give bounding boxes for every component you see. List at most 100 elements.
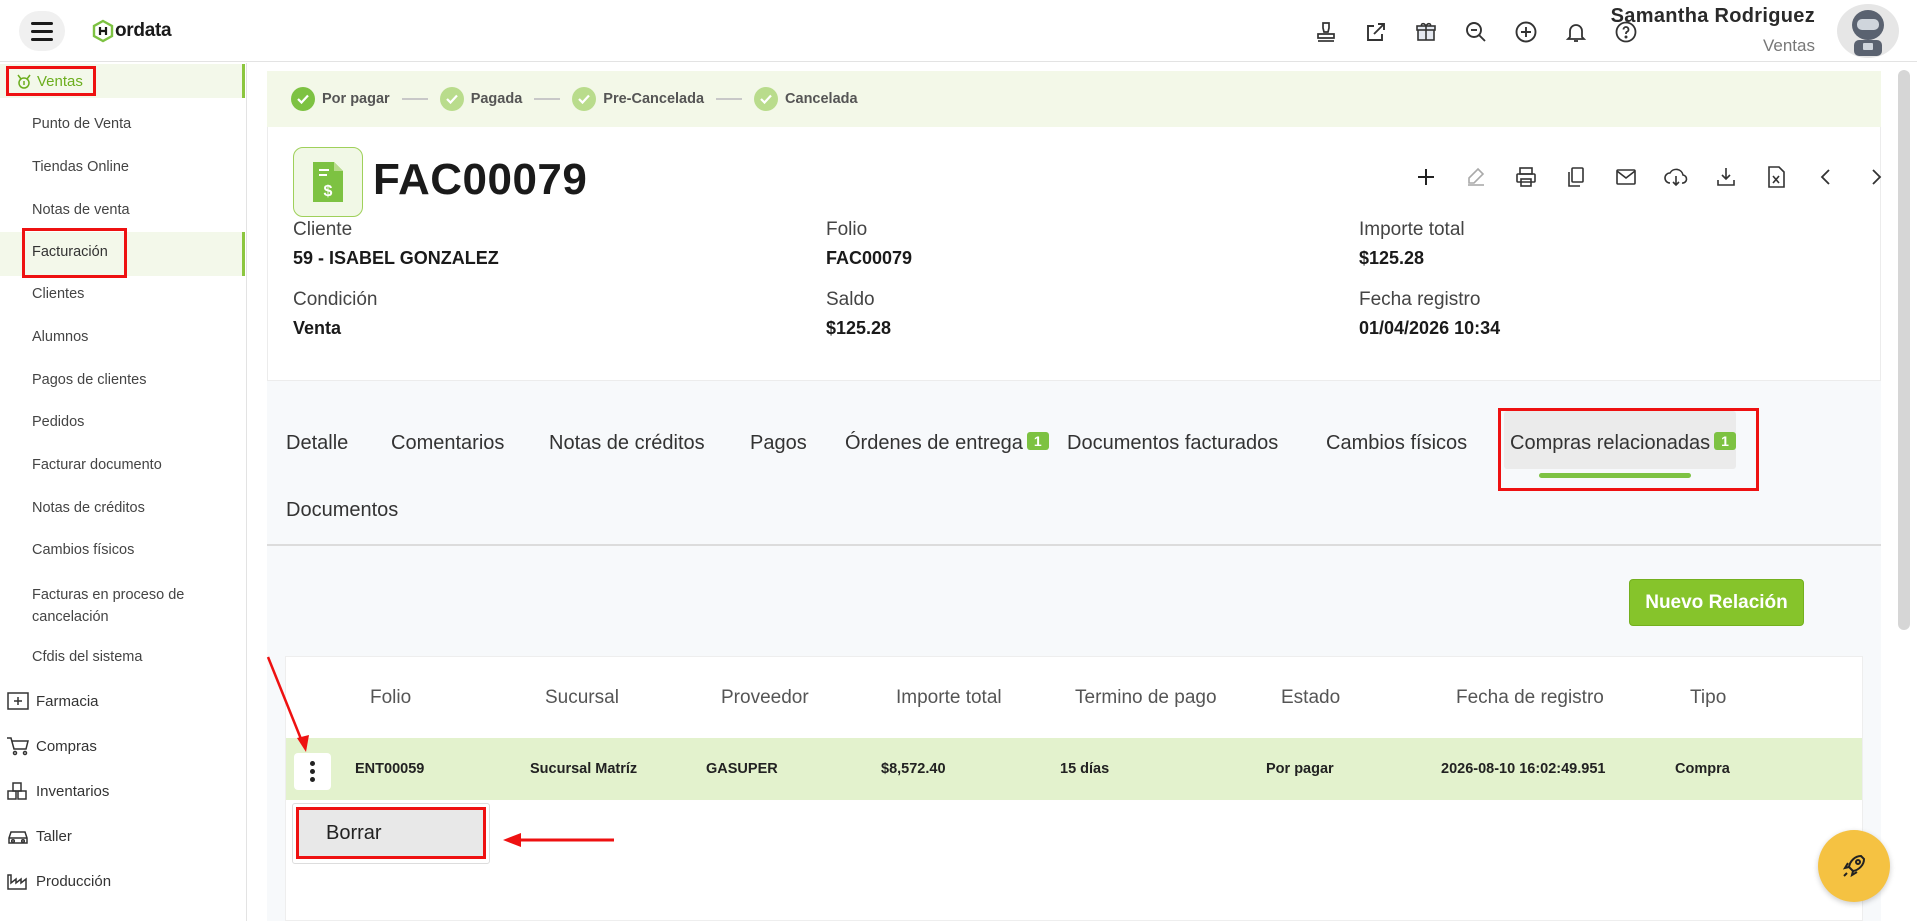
column-header[interactable]: Tipo xyxy=(1690,687,1726,709)
edit-icon[interactable] xyxy=(1458,159,1494,195)
user-info[interactable]: Samantha Rodriguez Ventas xyxy=(1611,5,1815,56)
column-header[interactable]: Termino de pago xyxy=(1075,687,1217,709)
menu-toggle-button[interactable] xyxy=(19,11,65,51)
folio-label: Folio xyxy=(826,219,868,240)
tab-notas-de-creditos[interactable]: Notas de créditos xyxy=(549,432,705,455)
sidebar-item-pedidos[interactable]: Pedidos xyxy=(32,414,84,430)
column-header[interactable]: Sucursal xyxy=(545,687,619,709)
sidebar-item-notas-de-creditos[interactable]: Notas de créditos xyxy=(32,500,145,516)
tab-label: Órdenes de entrega xyxy=(845,432,1023,454)
sidebar-group-label: Compras xyxy=(36,737,97,755)
document-title: FAC00079 xyxy=(373,155,588,204)
tab-documentos-facturados[interactable]: Documentos facturados xyxy=(1067,432,1278,455)
sidebar-section-label: Ventas xyxy=(37,72,83,90)
sidebar-group-compras[interactable]: Compras xyxy=(6,736,97,756)
column-header[interactable]: Folio xyxy=(370,687,411,709)
sidebar-group-label: Producción xyxy=(36,872,112,890)
related-purchases-table: Folio Sucursal Proveedor Importe total T… xyxy=(285,656,1863,921)
sidebar-item-tiendas-online[interactable]: Tiendas Online xyxy=(32,159,129,175)
sidebar-item-cambios-fisicos[interactable]: Cambios físicos xyxy=(32,542,134,558)
sidebar-group-inventarios[interactable]: Inventarios xyxy=(6,781,109,801)
user-name: Samantha Rodriguez xyxy=(1610,5,1815,27)
cloud-download-icon[interactable] xyxy=(1658,159,1694,195)
cliente-label: Cliente xyxy=(293,219,353,240)
tab-comentarios[interactable]: Comentarios xyxy=(391,432,504,455)
astronaut-avatar-icon xyxy=(1852,10,1884,56)
search-icon[interactable] xyxy=(1458,14,1494,50)
tab-pagos[interactable]: Pagos xyxy=(750,432,807,455)
sidebar: Ventas Punto de Venta Tiendas Online Not… xyxy=(0,63,247,921)
column-header[interactable]: Importe total xyxy=(896,687,1002,709)
step-pre-cancelada: Pre-Cancelada xyxy=(572,87,704,111)
prev-icon[interactable] xyxy=(1808,159,1844,195)
sidebar-item-alumnos[interactable]: Alumnos xyxy=(32,329,88,345)
factory-icon xyxy=(7,874,27,890)
sidebar-group-taller[interactable]: Taller xyxy=(6,826,72,846)
new-relation-button[interactable]: Nuevo Relación xyxy=(1629,579,1804,626)
fecha-label: Fecha registro xyxy=(1359,289,1481,310)
table-row[interactable]: ENT00059 Sucursal Matríz GASUPER $8,572.… xyxy=(286,738,1862,800)
column-header[interactable]: Fecha de registro xyxy=(1456,687,1604,709)
add-icon[interactable] xyxy=(1408,159,1444,195)
check-icon xyxy=(439,87,464,111)
tab-documentos[interactable]: Documentos xyxy=(286,499,398,522)
fecha-value: 01/04/2026 10:34 xyxy=(1359,318,1501,338)
sidebar-section-ventas[interactable]: Ventas xyxy=(0,64,245,98)
sidebar-group-label: Taller xyxy=(36,827,72,845)
row-context-menu: Borrar xyxy=(292,803,490,864)
step-label: Por pagar xyxy=(322,91,390,107)
step-pagada: Pagada xyxy=(439,87,522,111)
sidebar-item-punto-de-venta[interactable]: Punto de Venta xyxy=(32,116,131,132)
sidebar-group-label: Inventarios xyxy=(36,782,110,800)
sidebar-item-facturas-cancelacion[interactable]: Facturas en proceso de cancelación xyxy=(32,584,207,628)
column-header[interactable]: Proveedor xyxy=(721,687,809,709)
mail-icon[interactable] xyxy=(1608,159,1644,195)
rocket-icon xyxy=(1842,854,1866,878)
tab-content: Nuevo Relación Folio Sucursal Proveedor … xyxy=(267,546,1881,921)
tab-detalle[interactable]: Detalle xyxy=(286,432,348,455)
check-icon xyxy=(572,87,597,111)
column-header[interactable]: Estado xyxy=(1281,687,1340,709)
row-actions-kebab-icon[interactable] xyxy=(294,753,331,790)
bell-icon[interactable] xyxy=(1558,14,1594,50)
sidebar-item-pagos-de-clientes[interactable]: Pagos de clientes xyxy=(32,372,146,388)
top-header: ordata Samantha Rodriguez Ventas xyxy=(0,0,1917,62)
page-scrollbar[interactable] xyxy=(1898,70,1910,630)
excel-icon[interactable] xyxy=(1758,159,1794,195)
svg-text:$: $ xyxy=(324,183,333,200)
step-connector xyxy=(534,98,561,100)
cart-icon xyxy=(7,737,29,756)
sidebar-group-produccion[interactable]: Producción xyxy=(6,871,111,891)
check-icon xyxy=(754,87,779,111)
sidebar-item-cfdis-del-sistema[interactable]: Cfdis del sistema xyxy=(32,649,142,665)
rocket-fab-button[interactable] xyxy=(1818,830,1890,902)
delete-menu-item[interactable]: Borrar xyxy=(296,807,486,859)
check-icon xyxy=(291,87,315,111)
logo-icon xyxy=(92,19,114,43)
external-link-icon[interactable] xyxy=(1358,14,1394,50)
sidebar-item-notas-de-venta[interactable]: Notas de venta xyxy=(32,202,130,218)
sidebar-group-farmacia[interactable]: Farmacia xyxy=(6,691,99,711)
gift-icon[interactable] xyxy=(1408,14,1444,50)
app-logo[interactable]: ordata xyxy=(92,18,172,44)
sidebar-item-clientes[interactable]: Clientes xyxy=(32,286,84,302)
stamp-icon[interactable] xyxy=(1308,14,1344,50)
cell-tipo: Compra xyxy=(1675,761,1730,777)
cell-termino: 15 días xyxy=(1060,761,1110,777)
next-icon[interactable] xyxy=(1858,159,1894,195)
tab-cambios-fisicos[interactable]: Cambios físicos xyxy=(1326,432,1467,455)
add-circle-icon[interactable] xyxy=(1508,14,1544,50)
folio-value: FAC00079 xyxy=(826,248,913,268)
sidebar-item-facturar-documento[interactable]: Facturar documento xyxy=(32,457,162,473)
annotation-highlight-facturacion xyxy=(22,228,127,278)
step-label: Pre-Cancelada xyxy=(603,91,705,107)
avatar[interactable] xyxy=(1837,4,1899,58)
tab-ordenes-de-entrega[interactable]: Órdenes de entrega 1 xyxy=(845,432,1049,455)
cell-importe: $8,572.40 xyxy=(881,761,946,777)
step-connector xyxy=(401,98,428,100)
invoice-icon: $ xyxy=(293,147,363,217)
print-icon[interactable] xyxy=(1508,159,1544,195)
copy-icon[interactable] xyxy=(1558,159,1594,195)
cell-folio: ENT00059 xyxy=(355,761,425,777)
download-icon[interactable] xyxy=(1708,159,1744,195)
